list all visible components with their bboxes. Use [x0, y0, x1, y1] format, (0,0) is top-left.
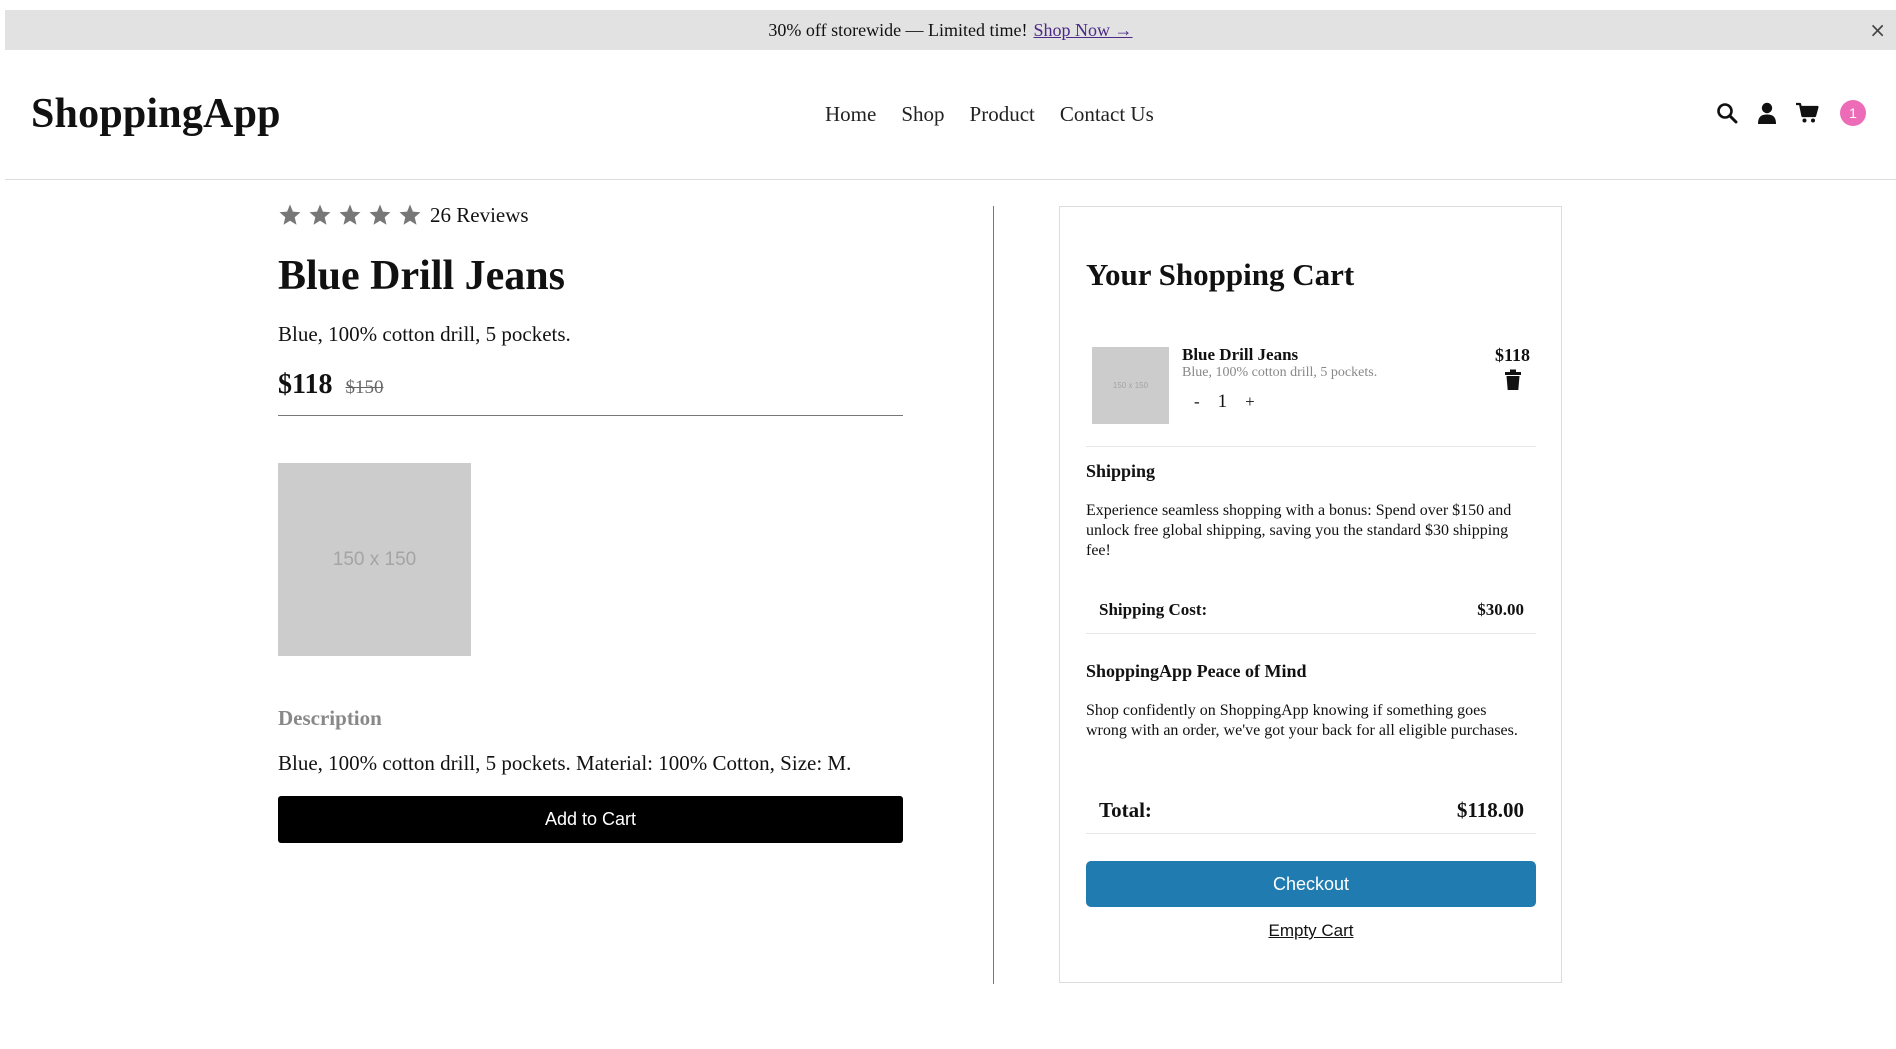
star-icon [279, 204, 301, 225]
total-label: Total: [1099, 797, 1152, 822]
shipping-cost-label: Shipping Cost: [1099, 600, 1208, 619]
divider [278, 415, 903, 416]
add-to-cart-button[interactable]: Add to Cart [278, 796, 903, 843]
cart-title: Your Shopping Cart [1086, 257, 1355, 292]
nav-shop[interactable]: Shop [901, 102, 944, 127]
product-details: 26 Reviews Blue Drill Jeans Blue, 100% c… [278, 200, 903, 843]
product-old-price: $150 [345, 377, 384, 398]
total-row: Total: $118.00 [1086, 787, 1536, 834]
rating: 26 Reviews [278, 200, 903, 230]
star-icon [399, 204, 421, 225]
star-icon [339, 204, 361, 225]
product-description: Blue, 100% cotton drill, 5 pockets. Mate… [278, 751, 852, 775]
user-icon[interactable] [1754, 100, 1780, 126]
cart-item-price: $118 [1494, 345, 1530, 365]
star-icon [309, 204, 331, 225]
nav-product[interactable]: Product [970, 102, 1035, 127]
total-value: $118.00 [1456, 797, 1524, 822]
close-icon[interactable]: × [1869, 18, 1886, 42]
reviews-count[interactable]: 26 Reviews [430, 203, 529, 228]
header-icons: 1 [1714, 100, 1866, 126]
quantity-value: 1 [1217, 391, 1228, 412]
announcement-banner: 30% off storewide — Limited time! Shop N… [5, 10, 1896, 50]
star-icon [369, 204, 391, 225]
shipping-cost-row: Shipping Cost: $30.00 [1086, 587, 1536, 634]
increase-quantity-button[interactable]: + [1245, 392, 1255, 412]
cart-item-name[interactable]: Blue Drill Jeans [1182, 345, 1298, 365]
peace-of-mind-heading: ShoppingApp Peace of Mind [1086, 661, 1307, 681]
empty-cart-link[interactable]: Empty Cart [1086, 921, 1536, 941]
product-title: Blue Drill Jeans [278, 253, 566, 299]
vertical-divider [993, 206, 994, 984]
product-price: $118 [278, 369, 333, 400]
checkout-button[interactable]: Checkout [1086, 861, 1536, 907]
cart-icon[interactable] [1794, 100, 1820, 126]
shipping-text: Experience seamless shopping with a bonu… [1086, 502, 1512, 559]
quantity-stepper: - 1 + [1194, 391, 1255, 413]
main-nav: Home Shop Product Contact Us [825, 102, 1154, 127]
decrease-quantity-button[interactable]: - [1194, 392, 1200, 412]
cart-item-description: Blue, 100% cotton drill, 5 pockets. [1182, 365, 1378, 380]
shopping-cart-panel: Your Shopping Cart 150 x 150 Blue Drill … [1059, 206, 1562, 983]
price-row: $118 $150 [278, 369, 903, 401]
banner-text: 30% off storewide — Limited time! [768, 19, 1028, 40]
cart-item: 150 x 150 Blue Drill Jeans Blue, 100% co… [1086, 341, 1536, 447]
cart-count-badge[interactable]: 1 [1840, 100, 1866, 126]
site-header: ShoppingApp Home Shop Product Contact Us… [5, 50, 1896, 180]
shop-now-link[interactable]: Shop Now → [1034, 20, 1133, 41]
nav-home[interactable]: Home [825, 102, 876, 127]
shipping-cost-value: $30.00 [1477, 600, 1524, 619]
trash-icon[interactable] [1504, 369, 1522, 391]
description-heading: Description [278, 706, 382, 730]
cart-item-thumbnail: 150 x 150 [1092, 347, 1169, 424]
product-image: 150 x 150 [278, 463, 471, 656]
product-short-description: Blue, 100% cotton drill, 5 pockets. [278, 322, 571, 346]
search-icon[interactable] [1714, 100, 1740, 126]
logo[interactable]: ShoppingApp [31, 90, 281, 138]
shipping-heading: Shipping [1086, 461, 1156, 481]
peace-of-mind-text: Shop confidently on ShoppingApp knowing … [1086, 702, 1518, 739]
nav-contact-us[interactable]: Contact Us [1060, 102, 1154, 127]
